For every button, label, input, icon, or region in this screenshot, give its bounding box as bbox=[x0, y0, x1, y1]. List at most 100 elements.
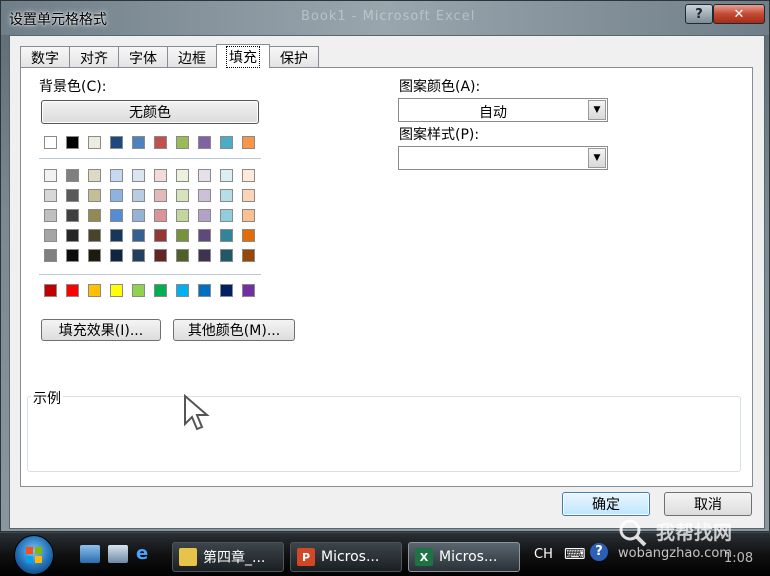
color-swatch[interactable] bbox=[176, 136, 189, 149]
color-swatch[interactable] bbox=[110, 189, 123, 202]
color-swatch[interactable] bbox=[44, 189, 57, 202]
color-swatch[interactable] bbox=[110, 209, 123, 222]
titlebar[interactable]: 设置单元格格式 Book1 - Microsoft Excel ? ✕ bbox=[1, 1, 769, 35]
color-swatch[interactable] bbox=[198, 229, 211, 242]
color-swatch[interactable] bbox=[132, 136, 145, 149]
color-swatch[interactable] bbox=[88, 284, 101, 297]
color-swatch[interactable] bbox=[132, 189, 145, 202]
color-swatch[interactable] bbox=[132, 249, 145, 262]
color-swatch[interactable] bbox=[66, 249, 79, 262]
color-swatch[interactable] bbox=[44, 136, 57, 149]
tab-font[interactable]: 字体 bbox=[118, 46, 168, 68]
color-swatch[interactable] bbox=[66, 209, 79, 222]
color-swatch[interactable] bbox=[176, 209, 189, 222]
close-button[interactable]: ✕ bbox=[713, 4, 765, 24]
color-swatch[interactable] bbox=[132, 169, 145, 182]
help-icon[interactable]: ? bbox=[590, 543, 608, 561]
color-swatch[interactable] bbox=[44, 284, 57, 297]
color-swatch[interactable] bbox=[242, 189, 255, 202]
tab-border[interactable]: 边框 bbox=[167, 46, 217, 68]
color-swatch[interactable] bbox=[154, 229, 167, 242]
color-swatch[interactable] bbox=[176, 169, 189, 182]
color-swatch[interactable] bbox=[44, 249, 57, 262]
show-desktop-icon[interactable] bbox=[80, 545, 100, 563]
color-swatch[interactable] bbox=[242, 209, 255, 222]
color-swatch[interactable] bbox=[176, 189, 189, 202]
color-swatch[interactable] bbox=[132, 284, 145, 297]
color-swatch[interactable] bbox=[132, 229, 145, 242]
more-colors-button[interactable]: 其他颜色(M)... bbox=[173, 319, 295, 341]
color-swatch[interactable] bbox=[66, 189, 79, 202]
format-cells-window: 设置单元格格式 Book1 - Microsoft Excel ? ✕ 数字 对… bbox=[0, 0, 770, 532]
chevron-down-icon[interactable]: ▼ bbox=[588, 100, 606, 120]
tab-label: 字体 bbox=[129, 50, 157, 67]
no-color-button[interactable]: 无颜色 bbox=[41, 100, 259, 124]
color-swatch[interactable] bbox=[198, 249, 211, 262]
color-swatch[interactable] bbox=[88, 229, 101, 242]
taskbar-item-powerpoint[interactable]: P Micros... bbox=[290, 542, 402, 572]
switch-windows-icon[interactable] bbox=[108, 545, 128, 563]
color-swatch[interactable] bbox=[198, 209, 211, 222]
color-swatch[interactable] bbox=[176, 249, 189, 262]
color-swatch[interactable] bbox=[154, 136, 167, 149]
color-swatch[interactable] bbox=[132, 209, 145, 222]
internet-explorer-icon[interactable]: e bbox=[136, 545, 156, 563]
color-swatch[interactable] bbox=[110, 284, 123, 297]
color-swatch[interactable] bbox=[242, 284, 255, 297]
color-swatch[interactable] bbox=[198, 169, 211, 182]
color-swatch[interactable] bbox=[176, 284, 189, 297]
color-swatch[interactable] bbox=[110, 169, 123, 182]
color-swatch[interactable] bbox=[198, 284, 211, 297]
color-swatch[interactable] bbox=[154, 284, 167, 297]
color-swatch[interactable] bbox=[176, 229, 189, 242]
color-swatch[interactable] bbox=[220, 284, 233, 297]
color-swatch[interactable] bbox=[154, 249, 167, 262]
pattern-color-select[interactable]: 自动 ▼ bbox=[398, 98, 608, 122]
color-swatch[interactable] bbox=[44, 229, 57, 242]
color-swatch[interactable] bbox=[198, 136, 211, 149]
tab-alignment[interactable]: 对齐 bbox=[69, 46, 119, 68]
color-swatch[interactable] bbox=[198, 189, 211, 202]
chevron-down-icon[interactable]: ▼ bbox=[588, 148, 606, 168]
color-swatch[interactable] bbox=[242, 249, 255, 262]
language-indicator[interactable]: CH bbox=[534, 547, 553, 562]
tab-protection[interactable]: 保护 bbox=[269, 46, 319, 68]
color-swatch[interactable] bbox=[220, 229, 233, 242]
keyboard-icon[interactable]: ⌨ bbox=[564, 545, 586, 563]
taskbar-item-folder[interactable]: 第四章_... bbox=[172, 542, 284, 572]
start-button[interactable] bbox=[14, 535, 54, 575]
color-swatch[interactable] bbox=[220, 189, 233, 202]
color-swatch[interactable] bbox=[88, 189, 101, 202]
color-swatch[interactable] bbox=[88, 249, 101, 262]
palette-divider bbox=[39, 274, 261, 275]
color-swatch[interactable] bbox=[88, 136, 101, 149]
color-swatch[interactable] bbox=[44, 209, 57, 222]
color-swatch[interactable] bbox=[110, 249, 123, 262]
color-swatch[interactable] bbox=[220, 209, 233, 222]
color-swatch[interactable] bbox=[242, 169, 255, 182]
taskbar-item-excel[interactable]: X Micros... bbox=[408, 542, 520, 572]
color-swatch[interactable] bbox=[154, 169, 167, 182]
color-swatch[interactable] bbox=[66, 284, 79, 297]
tab-label: 数字 bbox=[31, 50, 59, 67]
color-swatch[interactable] bbox=[154, 209, 167, 222]
color-swatch[interactable] bbox=[88, 169, 101, 182]
color-swatch[interactable] bbox=[242, 229, 255, 242]
color-swatch[interactable] bbox=[66, 169, 79, 182]
color-swatch[interactable] bbox=[66, 229, 79, 242]
pattern-style-select[interactable]: ▼ bbox=[398, 146, 608, 170]
color-swatch[interactable] bbox=[220, 169, 233, 182]
color-swatch[interactable] bbox=[44, 169, 57, 182]
tab-fill[interactable]: 填充 bbox=[216, 44, 270, 68]
color-swatch[interactable] bbox=[110, 136, 123, 149]
color-swatch[interactable] bbox=[88, 209, 101, 222]
fill-effects-button[interactable]: 填充效果(I)... bbox=[41, 319, 161, 341]
color-swatch[interactable] bbox=[154, 189, 167, 202]
color-swatch[interactable] bbox=[220, 136, 233, 149]
color-swatch[interactable] bbox=[220, 249, 233, 262]
tab-number[interactable]: 数字 bbox=[20, 46, 70, 68]
help-button[interactable]: ? bbox=[685, 4, 713, 24]
color-swatch[interactable] bbox=[242, 136, 255, 149]
color-swatch[interactable] bbox=[66, 136, 79, 149]
color-swatch[interactable] bbox=[110, 229, 123, 242]
